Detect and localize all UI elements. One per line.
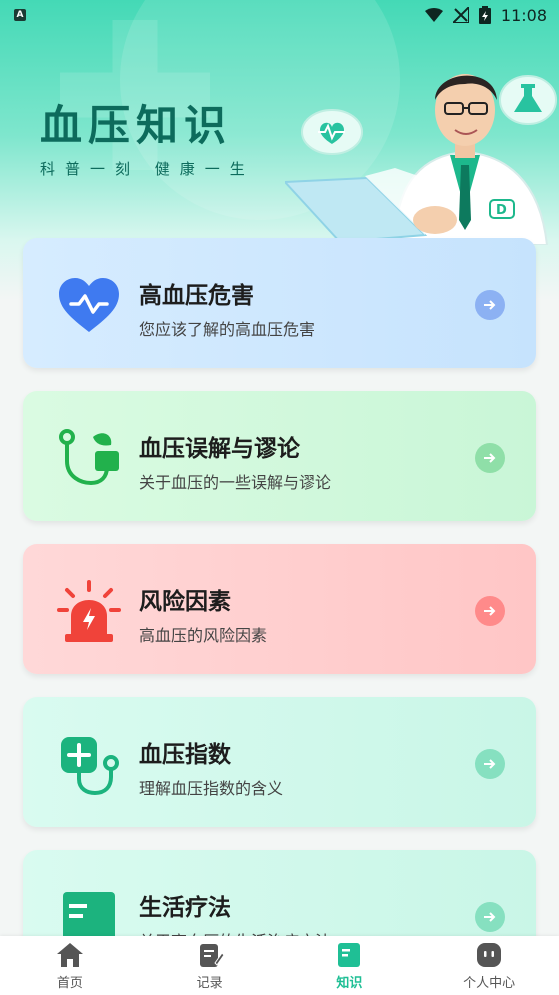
battery-icon — [478, 6, 491, 24]
arrow-right-icon — [484, 606, 496, 616]
card-title: 高血压危害 — [139, 283, 254, 309]
tab-knowledge[interactable]: 知识 — [289, 936, 409, 991]
knowledge-book-icon — [338, 943, 361, 967]
card-title: 生活疗法 — [139, 895, 231, 921]
status-left: A — [0, 9, 26, 21]
profile-icon — [477, 943, 502, 967]
stethoscope-icon — [59, 429, 119, 486]
card-title: 血压指数 — [139, 742, 231, 768]
card-title: 血压误解与谬论 — [139, 436, 300, 462]
arrow-right-button[interactable] — [475, 290, 505, 320]
home-icon — [56, 943, 83, 967]
alarm-icon — [57, 580, 121, 642]
card-hypertension-harm[interactable]: 高血压危害 您应该了解的高血压危害 — [23, 238, 536, 368]
arrow-right-button[interactable] — [475, 596, 505, 626]
tab-record[interactable]: 记录 — [150, 936, 270, 991]
card-title: 风险因素 — [139, 589, 231, 615]
tab-label: 个人中心 — [463, 976, 516, 991]
status-bar: A 11:08 — [0, 0, 559, 30]
status-right: 11:08 — [424, 5, 559, 25]
hero-subtitle: 科普一刻 健康一生 — [40, 160, 255, 178]
wifi-icon — [424, 8, 443, 22]
arrow-right-icon — [484, 912, 496, 922]
arrow-right-button[interactable] — [475, 749, 505, 779]
tab-profile[interactable]: 个人中心 — [429, 936, 549, 991]
tab-label: 记录 — [196, 976, 223, 991]
card-misconceptions[interactable]: 血压误解与谬论 关于血压的一些误解与谬论 — [23, 391, 536, 521]
notification-badge: A — [14, 9, 26, 21]
tab-home[interactable]: 首页 — [10, 936, 130, 991]
doctor-illustration: D — [285, 74, 557, 245]
arrow-right-icon — [484, 300, 496, 310]
card-description: 高血压的风险因素 — [139, 626, 268, 645]
arrow-right-button[interactable] — [475, 902, 505, 932]
heart-pulse-icon — [59, 278, 119, 332]
status-time: 11:08 — [500, 5, 547, 25]
record-icon — [199, 944, 225, 967]
card-description: 关于血压的一些误解与谬论 — [139, 473, 332, 492]
card-description: 理解血压指数的含义 — [139, 779, 284, 798]
arrow-right-icon — [484, 453, 496, 463]
card-description: 您应该了解的高血压危害 — [139, 320, 316, 339]
tab-label: 知识 — [336, 976, 363, 991]
tab-label: 首页 — [56, 976, 83, 991]
arrow-right-button[interactable] — [475, 443, 505, 473]
card-risk-factors[interactable]: 风险因素 高血压的风险因素 — [23, 544, 536, 674]
hero-title: 血压知识 — [40, 101, 233, 150]
signal-icon — [452, 7, 469, 23]
bottom-tab-bar: 首页 记录 知识 个人中心 — [0, 936, 559, 995]
stethoscope-plus-icon — [61, 737, 119, 796]
svg-text:D: D — [496, 203, 507, 218]
card-bp-index[interactable]: 血压指数 理解血压指数的含义 — [23, 697, 536, 827]
arrow-right-icon — [484, 759, 496, 769]
